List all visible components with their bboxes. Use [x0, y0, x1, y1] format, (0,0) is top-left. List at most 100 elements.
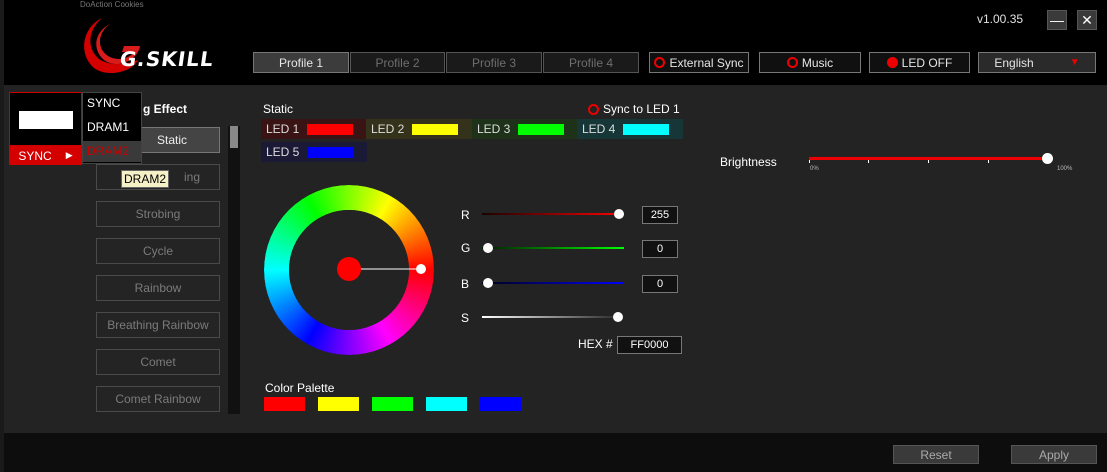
tab-profile-2[interactable]: Profile 2 [350, 52, 445, 73]
close-button[interactable]: ✕ [1077, 10, 1097, 30]
led-1-swatch [307, 124, 353, 135]
language-select[interactable]: English ▼ [978, 52, 1096, 73]
led-4-tile[interactable]: LED 4 [577, 119, 683, 139]
app-window: DoAction Cookies G.SKILL v1.00.35 — ✕ Pr… [0, 0, 1107, 472]
g-slider[interactable] [482, 247, 624, 249]
r-slider[interactable] [482, 213, 624, 215]
tab-profile-4[interactable]: Profile 4 [543, 52, 639, 73]
device-select[interactable]: SYNC ▶ [9, 146, 82, 165]
lighting-effect-header: g Effect [143, 102, 188, 116]
brightness-tick [868, 160, 869, 163]
tab-profile-3[interactable]: Profile 3 [446, 52, 542, 73]
led-4-label: LED 4 [582, 122, 616, 136]
brightness-max-label: 100% [1057, 166, 1073, 172]
g-slider-handle[interactable] [483, 243, 493, 253]
effects-scroll-thumb[interactable] [230, 126, 238, 148]
g-value-input[interactable]: 0 [642, 240, 678, 258]
palette-swatch-yellow[interactable] [318, 397, 359, 411]
led-1-label: LED 1 [266, 122, 300, 136]
effect-static-label: Static [156, 133, 187, 147]
color-palette-title: Color Palette [265, 381, 335, 395]
radio-ring-icon [588, 103, 599, 115]
led-3-swatch [518, 124, 564, 135]
brightness-tick [809, 160, 810, 163]
brightness-tick [928, 160, 929, 163]
apply-button[interactable]: Apply [1011, 445, 1097, 464]
reset-button[interactable]: Reset [893, 445, 979, 464]
radio-filled-icon [886, 57, 898, 68]
hex-input[interactable]: FF0000 [617, 336, 682, 354]
effect-rainbow-button[interactable]: Rainbow [96, 275, 220, 301]
sync-to-led-label: Sync to LED 1 [603, 102, 680, 116]
led-5-tile[interactable]: LED 5 [261, 142, 367, 162]
brightness-min-label: 0% [810, 166, 819, 172]
effect-breathing-rainbow-button[interactable]: Breathing Rainbow [96, 312, 220, 338]
external-sync-toggle[interactable]: External Sync [649, 52, 749, 73]
led-2-tile[interactable]: LED 2 [366, 119, 472, 139]
device-thumbnail[interactable] [9, 92, 82, 146]
r-label: R [461, 208, 470, 222]
close-icon: ✕ [1081, 11, 1093, 28]
b-value-input[interactable]: 0 [642, 275, 678, 293]
brightness-slider[interactable] [809, 157, 1049, 160]
led-off-toggle[interactable]: LED OFF [869, 52, 970, 73]
palette-swatch-green[interactable] [372, 397, 413, 411]
device-menu-item-dram1[interactable]: DRAM1 [83, 117, 141, 138]
external-sync-label: External Sync [669, 55, 744, 70]
device-menu-item-dram2[interactable]: DRAM2 [83, 141, 141, 162]
music-toggle[interactable]: Music [759, 52, 861, 73]
effect-strobing-button[interactable]: Strobing [96, 201, 220, 227]
background-window-title: DoAction Cookies [80, 0, 144, 9]
led-1-tile[interactable]: LED 1 [261, 119, 367, 139]
sync-to-led-toggle[interactable]: Sync to LED 1 [588, 102, 680, 116]
language-value: English [994, 55, 1034, 70]
color-wheel[interactable] [264, 185, 434, 355]
minimize-button[interactable]: — [1047, 10, 1067, 30]
g-label: G [461, 241, 471, 255]
palette-swatch-cyan[interactable] [426, 397, 467, 411]
s-label: S [461, 311, 470, 325]
palette-swatch-red[interactable] [264, 397, 305, 411]
led-off-label: LED OFF [901, 55, 953, 70]
effect-breathing-label: ing [183, 170, 200, 184]
s-slider[interactable] [482, 316, 624, 318]
led-4-swatch [623, 124, 669, 135]
brightness-tick [988, 160, 989, 163]
b-slider[interactable] [482, 282, 624, 284]
radio-ring-icon [654, 57, 666, 68]
brightness-label: Brightness [720, 155, 777, 169]
version-label: v1.00.35 [977, 12, 1024, 26]
music-label: Music [801, 55, 834, 70]
tab-profile-1[interactable]: Profile 1 [253, 52, 349, 73]
led-5-label: LED 5 [266, 145, 300, 159]
b-slider-handle[interactable] [483, 278, 493, 288]
brand-name: G.SKILL [118, 47, 216, 71]
color-preview-dot [337, 257, 361, 281]
hex-label: HEX # [578, 337, 613, 351]
ram-module-icon [19, 111, 73, 129]
s-slider-handle[interactable] [613, 312, 623, 322]
r-slider-handle[interactable] [614, 209, 624, 219]
device-menu-item-sync[interactable]: SYNC [83, 93, 141, 114]
effect-comet-rainbow-button[interactable]: Comet Rainbow [96, 386, 220, 412]
led-3-tile[interactable]: LED 3 [472, 119, 578, 139]
led-2-label: LED 2 [371, 122, 405, 136]
device-select-label: SYNC [18, 148, 52, 163]
dropdown-arrow-icon: ▼ [1069, 57, 1080, 68]
chevron-right-icon: ▶ [65, 150, 73, 160]
effect-cycle-button[interactable]: Cycle [96, 238, 220, 264]
r-value-input[interactable]: 255 [642, 206, 678, 224]
brightness-slider-handle[interactable] [1042, 153, 1053, 164]
radio-ring-icon [786, 57, 798, 68]
led-2-swatch [412, 124, 458, 135]
minimize-icon: — [1050, 12, 1064, 28]
led-3-label: LED 3 [477, 122, 511, 136]
color-wheel-handle[interactable] [416, 264, 426, 274]
effect-comet-button[interactable]: Comet [96, 349, 220, 375]
led-5-swatch [307, 147, 353, 158]
effects-scrollbar[interactable] [228, 126, 240, 414]
b-label: B [461, 277, 470, 291]
palette-swatch-blue[interactable] [480, 397, 521, 411]
static-title: Static [263, 102, 294, 116]
tooltip: DRAM2 [121, 170, 170, 188]
